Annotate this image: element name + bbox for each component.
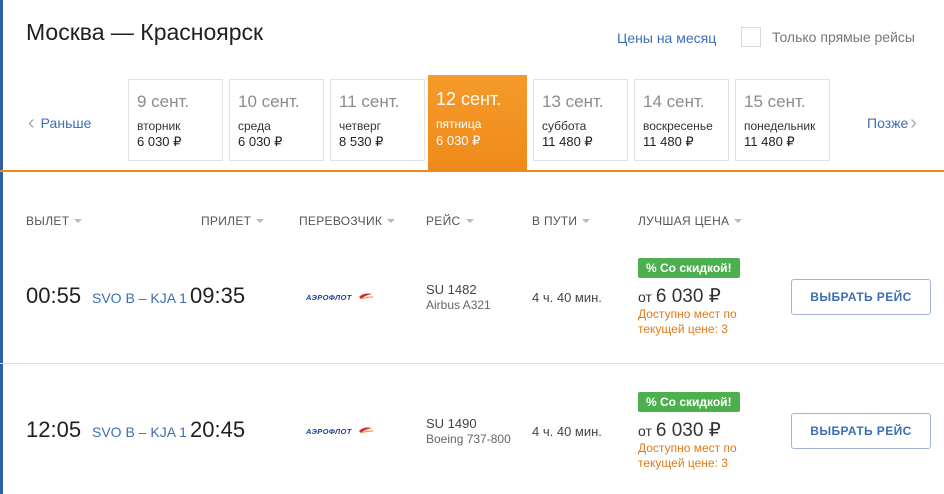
- departure-time: 00:55: [26, 283, 82, 308]
- arrival-time: 09:35: [190, 283, 246, 308]
- flight-duration: 4 ч. 40 мин.: [532, 424, 602, 439]
- sort-best-price-label: ЛУЧШАЯ ЦЕНА: [638, 214, 730, 228]
- seats-note: Доступно мест по текущей цене: 3: [638, 441, 737, 470]
- flight-duration: 4 ч. 40 мин.: [532, 290, 602, 305]
- date-card-weekday: вторник: [137, 119, 181, 133]
- prev-dates-button[interactable]: ‹ Раньше: [28, 112, 92, 134]
- sort-arrival[interactable]: ПРИЛЕТ: [201, 214, 265, 228]
- flight-row: 00:55 SVO B – KJA 1 09:35 АЭРОФЛОТ SU 14…: [0, 240, 944, 368]
- date-card-price: 8 530 ₽: [339, 134, 384, 149]
- select-flight-button[interactable]: ВЫБРАТЬ РЕЙС: [791, 279, 931, 315]
- date-card-date: 15 сент.: [744, 92, 806, 111]
- page-title: Москва — Красноярск: [26, 19, 264, 45]
- sort-carrier-label: ПЕРЕВОЗЧИК: [299, 214, 383, 228]
- sort-duration[interactable]: В ПУТИ: [532, 214, 591, 228]
- date-card-price: 11 480 ₽: [643, 134, 694, 149]
- date-card-weekday: воскресенье: [643, 119, 713, 133]
- date-card-price: 11 480 ₽: [542, 134, 593, 149]
- date-card-date: 13 сент.: [542, 92, 604, 111]
- direct-only-toggle[interactable]: Только прямые рейсы: [741, 27, 915, 47]
- prev-dates-label: Раньше: [40, 115, 92, 131]
- next-dates-label: Позже: [867, 115, 909, 131]
- aircraft-type: Boeing 737-800: [426, 432, 511, 446]
- chevron-left-icon: ‹: [28, 112, 35, 134]
- row-divider: [0, 363, 944, 364]
- direct-only-label: Только прямые рейсы: [772, 29, 915, 45]
- aeroflot-logo-icon: АЭРОФЛОТ: [306, 427, 374, 436]
- date-card-price: 6 030 ₽: [436, 133, 481, 148]
- date-card[interactable]: 14 сент. воскресенье 11 480 ₽: [634, 79, 729, 161]
- flight-number: SU 1482: [426, 282, 477, 297]
- flight-price: от 6 030 ₽: [638, 419, 721, 442]
- caret-down-icon: [387, 219, 396, 223]
- aeroflot-logo-icon: АЭРОФЛОТ: [306, 293, 374, 302]
- airports-route[interactable]: SVO B – KJA 1: [92, 290, 187, 306]
- caret-down-icon: [582, 219, 591, 223]
- sort-flight-label: РЕЙС: [426, 214, 461, 228]
- caret-down-icon: [256, 219, 265, 223]
- date-card-price: 11 480 ₽: [744, 134, 795, 149]
- sort-arrival-label: ПРИЛЕТ: [201, 214, 252, 228]
- date-card-price: 6 030 ₽: [238, 134, 283, 149]
- price-amount: 6 030 ₽: [655, 420, 721, 441]
- date-card[interactable]: 10 сент. среда 6 030 ₽: [229, 79, 324, 161]
- date-card-weekday: суббота: [542, 119, 587, 133]
- date-card-selected[interactable]: 12 сент. пятница 6 030 ₽: [428, 75, 527, 170]
- discount-badge: % Со скидкой!: [638, 392, 740, 412]
- price-prefix: от: [638, 289, 652, 305]
- flight-price: от 6 030 ₽: [638, 285, 721, 308]
- sort-departure[interactable]: ВЫЛЕТ: [26, 214, 83, 228]
- svg-text:АЭРОФЛОТ: АЭРОФЛОТ: [306, 293, 353, 302]
- sort-flight[interactable]: РЕЙС: [426, 214, 474, 228]
- date-card-weekday: понедельник: [744, 119, 816, 133]
- caret-down-icon: [734, 219, 743, 223]
- date-strip-underline: [0, 170, 944, 172]
- date-card-date: 14 сент.: [643, 92, 705, 111]
- date-card-price: 6 030 ₽: [137, 134, 182, 149]
- caret-down-icon: [465, 219, 474, 223]
- sort-departure-label: ВЫЛЕТ: [26, 214, 70, 228]
- price-prefix: от: [638, 423, 652, 439]
- chevron-right-icon: ›: [910, 112, 917, 134]
- departure-time: 12:05: [26, 417, 82, 442]
- sort-duration-label: В ПУТИ: [532, 214, 578, 228]
- date-card-weekday: пятница: [436, 117, 482, 131]
- date-card-weekday: четверг: [339, 119, 381, 133]
- caret-down-icon: [74, 219, 83, 223]
- date-card-date: 10 сент.: [238, 92, 300, 111]
- airports-route[interactable]: SVO B – KJA 1: [92, 424, 187, 440]
- month-prices-link[interactable]: Цены на месяц: [617, 30, 716, 46]
- sort-best-price[interactable]: ЛУЧШАЯ ЦЕНА: [638, 214, 743, 228]
- aircraft-type: Airbus A321: [426, 298, 491, 312]
- seats-note: Доступно мест по текущей цене: 3: [638, 307, 737, 336]
- flight-number: SU 1490: [426, 416, 477, 431]
- price-amount: 6 030 ₽: [655, 286, 721, 307]
- sort-carrier[interactable]: ПЕРЕВОЗЧИК: [299, 214, 396, 228]
- date-card[interactable]: 13 сент. суббота 11 480 ₽: [533, 79, 628, 161]
- date-card-date: 11 сент.: [339, 92, 400, 111]
- date-card-weekday: среда: [238, 119, 271, 133]
- flight-row: 12:05 SVO B – KJA 1 20:45 АЭРОФЛОТ SU 14…: [0, 374, 944, 494]
- date-card[interactable]: 9 сент. вторник 6 030 ₽: [128, 79, 223, 161]
- next-dates-button[interactable]: Позже ›: [867, 112, 917, 134]
- svg-text:АЭРОФЛОТ: АЭРОФЛОТ: [306, 427, 353, 436]
- direct-only-checkbox[interactable]: [741, 27, 761, 47]
- date-card-date: 12 сент.: [436, 89, 502, 109]
- discount-badge: % Со скидкой!: [638, 258, 740, 278]
- date-card-date: 9 сент.: [137, 92, 190, 111]
- date-card[interactable]: 15 сент. понедельник 11 480 ₽: [735, 79, 830, 161]
- select-flight-button[interactable]: ВЫБРАТЬ РЕЙС: [791, 413, 931, 449]
- arrival-time: 20:45: [190, 417, 246, 442]
- date-card[interactable]: 11 сент. четверг 8 530 ₽: [330, 79, 425, 161]
